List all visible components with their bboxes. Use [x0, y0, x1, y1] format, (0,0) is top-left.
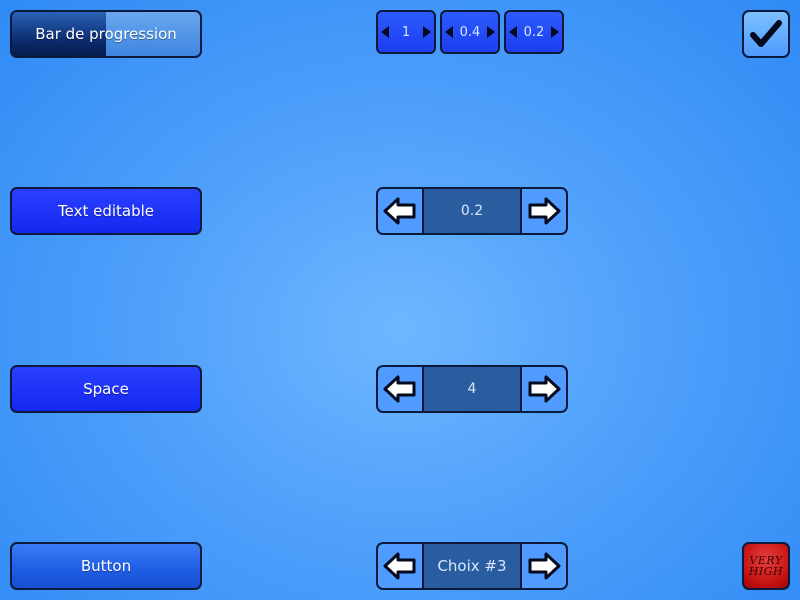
increment-arrow-icon[interactable] [487, 26, 495, 38]
space-button[interactable]: Space [10, 365, 202, 413]
progress-bar: Bar de progression [10, 10, 202, 58]
next-button[interactable] [520, 367, 566, 411]
integer-spinner: 4 [376, 365, 568, 413]
mini-spinner-3: 0.2 [504, 10, 564, 54]
progress-label: Bar de progression [35, 25, 177, 43]
mini-spinner-value: 0.4 [459, 24, 481, 40]
decimal-spinner: 0.2 [376, 187, 568, 235]
spinner-value: 4 [467, 381, 477, 397]
arrow-left-icon [383, 375, 416, 403]
decrement-arrow-icon[interactable] [381, 26, 389, 38]
arrow-left-icon [383, 552, 416, 580]
arrow-right-icon [528, 375, 561, 403]
text-editable-button[interactable]: Text editable [10, 187, 202, 235]
arrow-right-icon [528, 552, 561, 580]
button[interactable]: Button [10, 542, 202, 590]
arrow-left-icon [383, 197, 416, 225]
decrement-arrow-icon[interactable] [445, 26, 453, 38]
mini-spinner-value: 1 [401, 24, 411, 40]
quality-button[interactable]: VERY HIGH [742, 542, 790, 590]
spinner-value: Choix #3 [437, 557, 507, 575]
spinner-value: 0.2 [460, 203, 484, 219]
mini-spinner-2: 0.4 [440, 10, 500, 54]
previous-button[interactable] [378, 544, 424, 588]
checkbox[interactable] [742, 10, 790, 58]
previous-button[interactable] [378, 367, 424, 411]
increment-arrow-icon[interactable] [551, 26, 559, 38]
check-icon [750, 20, 782, 47]
increment-arrow-icon[interactable] [423, 26, 431, 38]
previous-button[interactable] [378, 189, 424, 233]
decrement-arrow-icon[interactable] [509, 26, 517, 38]
quality-label-line2: HIGH [748, 565, 784, 578]
next-button[interactable] [520, 544, 566, 588]
next-button[interactable] [520, 189, 566, 233]
choice-spinner: Choix #3 [376, 542, 568, 590]
arrow-right-icon [528, 197, 561, 225]
mini-spinner-value: 0.2 [523, 24, 545, 40]
mini-spinner-1: 1 [376, 10, 436, 54]
